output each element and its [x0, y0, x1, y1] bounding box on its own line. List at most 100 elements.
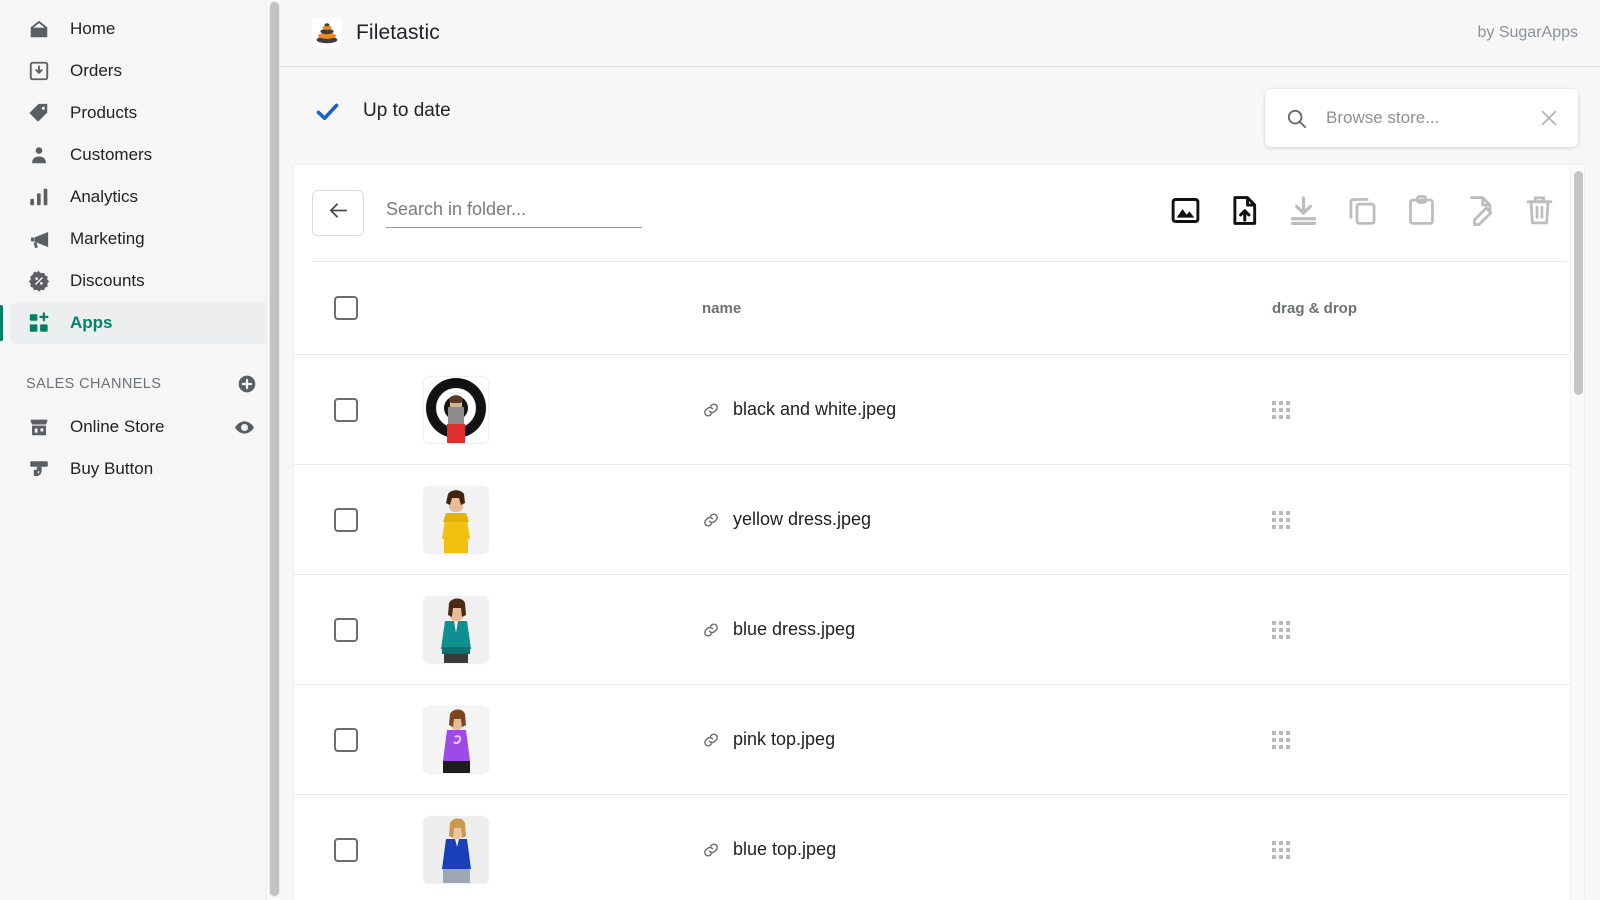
sidebar-item-customers[interactable]: Customers	[10, 134, 269, 176]
app-vendor-label: by SugarApps	[1477, 24, 1578, 42]
table-row[interactable]: blue top.jpeg	[294, 794, 1584, 900]
sidebar-scrollbar[interactable]	[266, 0, 280, 900]
plus-circle-icon[interactable]	[237, 374, 257, 394]
file-browser-toolbar: Search in folder...	[294, 165, 1584, 261]
row-select-cell	[312, 728, 398, 752]
row-select-cell	[312, 508, 398, 532]
person-icon	[26, 142, 52, 168]
row-thumb-cell	[398, 487, 514, 553]
folder-search-input[interactable]: Search in folder...	[386, 199, 642, 228]
file-thumbnail	[424, 817, 488, 883]
select-all-checkbox[interactable]	[334, 296, 358, 320]
close-x-icon[interactable]	[1538, 107, 1560, 129]
folder-search-placeholder: Search in folder...	[386, 199, 526, 219]
sidebar-item-label: Online Store	[70, 417, 165, 437]
sidebar-scrollbar-thumb[interactable]	[270, 2, 279, 896]
sidebar-item-orders[interactable]: Orders	[10, 50, 269, 92]
arrow-left-icon	[327, 199, 350, 227]
file-list-scrollbar-thumb[interactable]	[1574, 171, 1583, 395]
sidebar-item-label: Discounts	[70, 271, 145, 291]
file-upload-icon	[1228, 194, 1261, 232]
sidebar-item-label: Orders	[70, 61, 122, 81]
row-checkbox[interactable]	[334, 398, 358, 422]
sidebar-item-online-store[interactable]: Online Store	[10, 406, 269, 448]
table-row[interactable]: black and white.jpeg	[294, 354, 1584, 464]
paste-button[interactable]	[1405, 194, 1438, 232]
download-button[interactable]	[1287, 194, 1320, 232]
sidebar-item-marketing[interactable]: Marketing	[10, 218, 269, 260]
row-select-cell	[312, 618, 398, 642]
row-checkbox[interactable]	[334, 508, 358, 532]
sidebar-item-products[interactable]: Products	[10, 92, 269, 134]
column-header-drag: drag & drop	[1272, 300, 1357, 317]
row-name-cell[interactable]: pink top.jpeg	[514, 729, 1266, 750]
column-header-name: name	[702, 300, 741, 317]
file-list-scrollbar[interactable]	[1570, 165, 1584, 900]
delete-button[interactable]	[1523, 194, 1556, 232]
table-row[interactable]: yellow dress.jpeg	[294, 464, 1584, 574]
file-name: yellow dress.jpeg	[733, 509, 871, 530]
upload-file-button[interactable]	[1228, 194, 1261, 232]
tag-icon	[26, 100, 52, 126]
sidebar-section-title: SALES CHANNELS	[26, 376, 161, 392]
sidebar-item-label: Analytics	[70, 187, 138, 207]
sidebar-item-apps[interactable]: Apps	[10, 302, 269, 344]
sidebar-item-label: Customers	[70, 145, 152, 165]
filetastic-stack-logo	[312, 18, 342, 48]
name-header-cell[interactable]: name	[514, 300, 1266, 317]
link-icon	[702, 731, 720, 749]
sidebar-item-label: Home	[70, 19, 115, 39]
drag-dots-icon[interactable]	[1272, 401, 1290, 419]
orders-inbox-icon	[26, 58, 52, 84]
table-row[interactable]: pink top.jpeg	[294, 684, 1584, 794]
file-thumbnail	[424, 707, 488, 773]
browse-store-input[interactable]: Browse store...	[1326, 108, 1538, 128]
row-name-cell[interactable]: blue dress.jpeg	[514, 619, 1266, 640]
row-name-cell[interactable]: blue top.jpeg	[514, 839, 1266, 860]
file-name: blue top.jpeg	[733, 839, 836, 860]
sidebar-item-discounts[interactable]: Discounts	[10, 260, 269, 302]
sidebar-item-home[interactable]: Home	[10, 8, 269, 50]
sidebar-item-label: Marketing	[70, 229, 145, 249]
insert-image-button[interactable]	[1169, 194, 1202, 232]
row-checkbox[interactable]	[334, 728, 358, 752]
row-checkbox[interactable]	[334, 838, 358, 862]
buy-button-hand-icon	[26, 456, 52, 482]
table-row[interactable]: blue dress.jpeg	[294, 574, 1584, 684]
file-browser-card-wrap: Search in folder...	[294, 165, 1600, 900]
drag-dots-icon[interactable]	[1272, 621, 1290, 639]
trash-icon	[1523, 194, 1556, 232]
row-thumb-cell	[398, 817, 514, 883]
app-root: Home Orders Products Customers Analytics	[0, 0, 1600, 900]
eye-icon[interactable]	[234, 417, 255, 438]
search-icon	[1285, 107, 1308, 130]
app-title: Filetastic	[356, 21, 440, 45]
sidebar-item-label: Apps	[70, 313, 113, 333]
drag-dots-icon[interactable]	[1272, 511, 1290, 529]
file-thumbnail	[424, 487, 488, 553]
home-icon	[26, 16, 52, 42]
row-checkbox[interactable]	[334, 618, 358, 642]
row-name-cell[interactable]: yellow dress.jpeg	[514, 509, 1266, 530]
back-button[interactable]	[312, 190, 364, 236]
apps-grid-plus-icon	[26, 310, 52, 336]
file-edit-icon	[1464, 194, 1497, 232]
sidebar-item-label: Products	[70, 103, 137, 123]
drag-dots-icon[interactable]	[1272, 731, 1290, 749]
copy-icon	[1346, 194, 1379, 232]
file-action-toolbar	[1169, 194, 1556, 232]
browse-store-search[interactable]: Browse store...	[1265, 89, 1578, 147]
sidebar-item-buy-button[interactable]: Buy Button	[10, 448, 269, 490]
main-area: Filetastic by SugarApps Up to date Brows…	[280, 0, 1600, 900]
sidebar-item-analytics[interactable]: Analytics	[10, 176, 269, 218]
row-thumb-cell	[398, 597, 514, 663]
link-icon	[702, 621, 720, 639]
copy-button[interactable]	[1346, 194, 1379, 232]
row-name-cell[interactable]: black and white.jpeg	[514, 399, 1266, 420]
row-drag-cell	[1266, 621, 1566, 639]
row-select-cell	[312, 398, 398, 422]
rename-button[interactable]	[1464, 194, 1497, 232]
drag-dots-icon[interactable]	[1272, 841, 1290, 859]
row-thumb-cell	[398, 707, 514, 773]
file-thumbnail	[424, 377, 488, 443]
